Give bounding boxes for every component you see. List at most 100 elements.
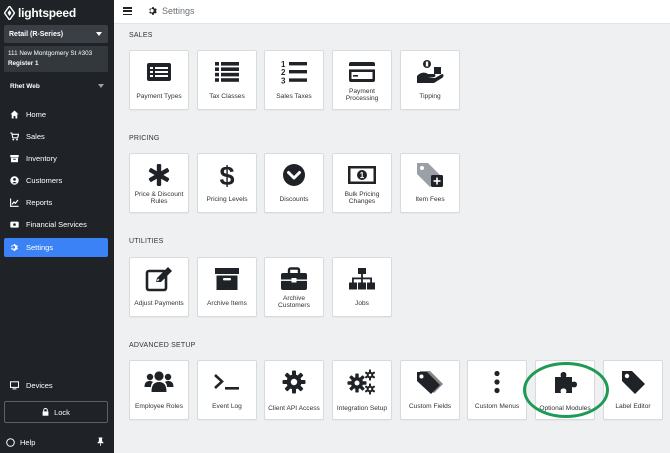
menu-icon[interactable] [123,7,132,15]
sidebar-item-settings[interactable]: Settings [4,238,108,257]
sidebar-item-label: Financial Services [26,220,87,229]
register-name: Register 1 [8,60,39,67]
tile-custom-fields[interactable]: Custom Fields [400,360,460,420]
tile-label: Integration Setup [336,405,388,413]
svg-text:$: $ [219,161,234,189]
gear-icon [149,7,157,15]
sidebar-item-financial-services[interactable]: Financial Services [4,215,108,234]
user-name: Rhet Web [10,82,40,90]
money-bill-icon: 1 [333,162,391,188]
tile-tax-classes[interactable]: Tax Classes [197,50,257,110]
tag-icon [604,369,662,395]
section-title-sales: SALES [129,32,153,39]
sidebar-item-customers[interactable]: Customers [4,171,108,190]
store-select[interactable]: Retail (R-Series) [4,25,108,43]
tile-label: Custom Menus [474,403,520,411]
tile-bulk-pricing-changes[interactable]: 1 Bulk Pricing Changes [332,153,392,213]
pin-icon[interactable] [97,437,104,446]
help-label: Help [20,437,36,447]
user-select[interactable]: Rhet Web [10,81,104,91]
edit-icon [130,266,188,292]
users-icon [130,369,188,395]
user-icon [10,176,19,185]
lock-label: Lock [54,407,70,417]
page-title: Settings [162,6,195,16]
tile-label: Adjust Payments [134,300,184,308]
sidebar-item-reports[interactable]: Reports [4,193,108,212]
tile-label: Price & Discount Rules [134,190,184,206]
tile-payment-types[interactable]: Payment Types [129,50,189,110]
tile-label: Jobs [355,300,369,308]
tile-custom-menus[interactable]: Custom Menus [467,360,527,420]
tile-sales-taxes[interactable]: 123 Sales Taxes [264,50,324,110]
tag-plus-icon [401,162,459,188]
briefcase-icon [265,266,323,292]
sidebar-item-inventory[interactable]: Inventory [4,149,108,168]
monitor-icon [10,381,19,390]
tile-label-editor[interactable]: Label Editor [603,360,663,420]
tile-item-fees[interactable]: Item Fees [400,153,460,213]
sidebar-item-label: Settings [26,243,54,252]
sidebar-item-label: Inventory [26,154,57,163]
sidebar-item-sales[interactable]: Sales [4,127,108,146]
brand-logo[interactable]: lightspeed [4,5,76,21]
sidebar: lightspeed Retail (R-Series) 111 New Mon… [0,0,114,453]
tile-label: Payment Types [136,93,182,101]
chevron-circle-icon [265,162,323,188]
tile-label: Client API Access [268,405,320,413]
tile-payment-processing[interactable]: Payment Processing [332,50,392,110]
tile-pricing-levels[interactable]: $ Pricing Levels [197,153,257,213]
tile-label: Employee Roles [134,403,183,411]
tile-event-log[interactable]: Event Log [197,360,257,420]
sidebar-item-label: Devices [26,381,53,390]
cogs-icon [333,369,391,395]
tags-icon [401,369,459,395]
tile-label: Sales Taxes [276,93,312,101]
sitemap-icon [333,266,391,292]
tile-archive-items[interactable]: Archive Items [197,257,257,317]
credit-card-icon [333,59,391,85]
sidebar-item-devices[interactable]: Devices [4,376,108,395]
tile-optional-modules[interactable]: Optional Modules [535,360,595,420]
tile-discounts[interactable]: Discounts [264,153,324,213]
list-icon [198,59,256,85]
bank-icon [10,220,19,229]
home-icon [10,110,19,119]
tile-label: Optional Modules [539,405,591,413]
tile-label: Tax Classes [209,93,245,101]
tile-integration-setup[interactable]: Integration Setup [332,360,392,420]
puzzle-icon [536,369,594,395]
cog-icon [265,369,323,395]
tile-client-api-access[interactable]: Client API Access [264,360,324,420]
sidebar-item-label: Reports [26,198,53,207]
tile-employee-roles[interactable]: Employee Roles [129,360,189,420]
gear-icon [10,243,19,252]
help-link[interactable]: Help [6,437,104,447]
numbered-list-icon: 123 [265,59,323,85]
sidebar-item-home[interactable]: Home [4,105,108,124]
chart-icon [10,198,19,207]
terminal-icon [198,369,256,395]
flame-logo-icon [4,6,15,20]
tile-tipping[interactable]: Tipping [400,50,460,110]
store-address: 111 New Montgomery St #303 [8,50,93,57]
vertical-ellipsis-icon [468,369,526,395]
tile-jobs[interactable]: Jobs [332,257,392,317]
box-icon [10,154,19,163]
tile-archive-customers[interactable]: Archive Customers [264,257,324,317]
tile-price-discount-rules[interactable]: Price & Discount Rules [129,153,189,213]
tile-label: Payment Processing [345,87,379,103]
help-circle-icon [6,437,15,447]
register-info[interactable]: 111 New Montgomery St #303 Register 1 [4,46,108,72]
payment-types-icon [130,59,188,85]
tile-label: Archive Items [207,300,247,308]
chevron-down-icon [98,84,104,88]
archive-icon [198,266,256,292]
tile-label: Item Fees [415,196,445,204]
lock-button[interactable]: Lock [4,401,108,423]
lock-icon [42,408,49,416]
tile-adjust-payments[interactable]: Adjust Payments [129,257,189,317]
chevron-down-icon [96,32,102,36]
store-name: Retail (R-Series) [9,30,64,38]
dollar-icon: $ [198,161,256,189]
